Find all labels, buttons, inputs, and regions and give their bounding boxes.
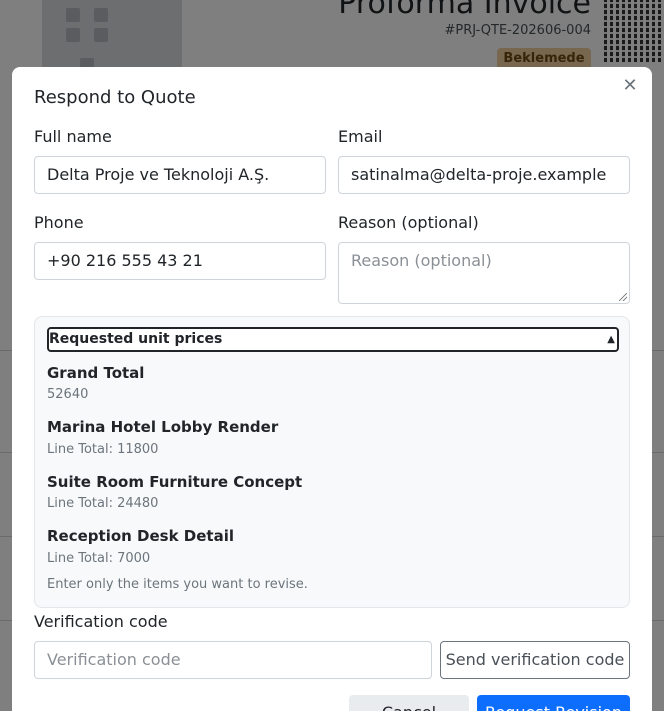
verification-label: Verification code (34, 612, 168, 631)
reason-textarea[interactable]: Reason (optional) (338, 242, 630, 304)
requested-prices-panel: Requested unit prices ▲ Grand Total 5264… (34, 316, 630, 608)
price-item-name: Marina Hotel Lobby Render (47, 418, 279, 436)
reason-label: Reason (optional) (338, 213, 479, 232)
caret-up-icon: ▲ (607, 334, 615, 345)
price-item-detail: 52640 (47, 387, 89, 402)
requested-prices-summary: Requested unit prices (49, 331, 223, 347)
close-icon[interactable]: ✕ (620, 76, 640, 96)
price-item-detail: Line Total: 11800 (47, 442, 159, 457)
price-item-detail: Line Total: 24480 (47, 496, 159, 511)
full-name-label: Full name (34, 127, 112, 146)
respond-to-quote-modal: Respond to Quote ✕ Full name Delta Proje… (12, 67, 652, 711)
phone-input[interactable]: +90 216 555 43 21 (34, 242, 326, 280)
send-verification-button[interactable]: Send verification code (440, 641, 630, 679)
reason-placeholder: Reason (optional) (351, 251, 492, 270)
resize-handle[interactable] (619, 293, 627, 301)
price-item-name: Reception Desk Detail (47, 527, 234, 545)
price-item-name: Suite Room Furniture Concept (47, 473, 303, 491)
cancel-button[interactable]: Cancel (349, 695, 469, 711)
modal-title: Respond to Quote (34, 87, 196, 108)
phone-label: Phone (34, 213, 84, 232)
requested-prices-toggle[interactable]: Requested unit prices ▲ (47, 327, 619, 352)
request-revision-button[interactable]: Request Revision (477, 695, 630, 711)
verification-input[interactable]: Verification code (34, 641, 432, 679)
email-input[interactable]: satinalma@delta-proje.example (338, 156, 630, 194)
help-text: Enter only the items you want to revise. (47, 577, 308, 592)
price-item-name: Grand Total (47, 364, 145, 382)
full-name-input[interactable]: Delta Proje ve Teknoloji A.Ş. (34, 156, 326, 194)
price-item-detail: Line Total: 7000 (47, 551, 151, 566)
email-label: Email (338, 127, 383, 146)
